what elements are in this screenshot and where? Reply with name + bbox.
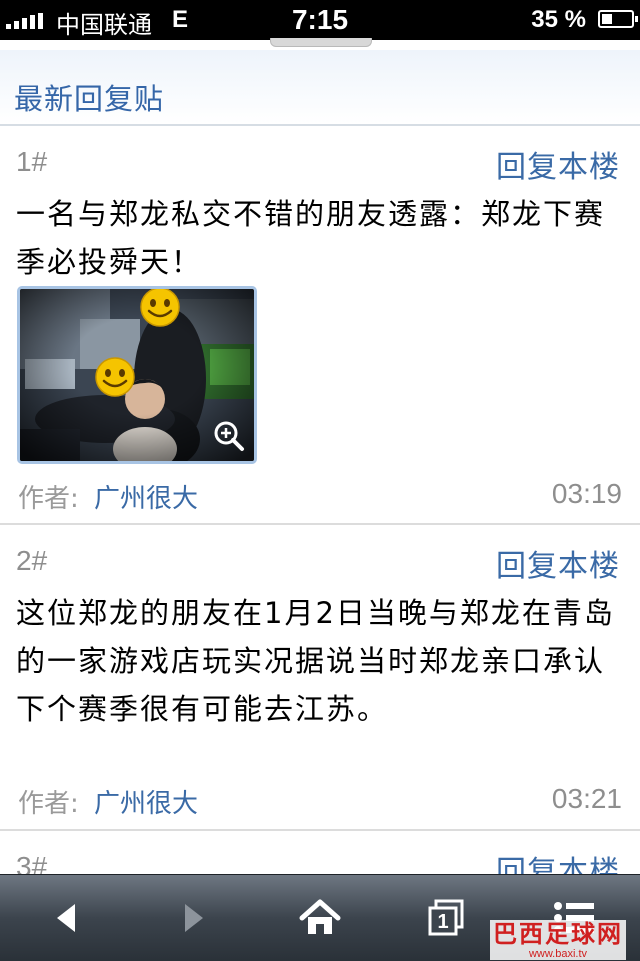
post-2: 2# 回复本楼 这位郑龙的朋友在1月2日当晚与郑龙在青岛的一家游戏店玩实况据说当… bbox=[0, 525, 640, 829]
post-time: 03:19 bbox=[551, 478, 622, 509]
floor-number: 1# bbox=[16, 146, 48, 177]
zoom-in-icon[interactable] bbox=[212, 419, 246, 453]
watermark-name: 巴西足球网 bbox=[490, 920, 626, 948]
back-button[interactable] bbox=[26, 875, 106, 961]
battery-percent: 35 % bbox=[531, 6, 586, 33]
forward-button[interactable] bbox=[154, 875, 234, 961]
smiley-face-icon bbox=[140, 289, 180, 327]
tabs-count: 1 bbox=[437, 911, 448, 933]
home-icon bbox=[299, 899, 341, 934]
reply-floor-button[interactable]: 回复本楼 bbox=[496, 142, 620, 186]
site-watermark: 巴西足球网 www.baxi.tv bbox=[490, 920, 626, 960]
post-text: 一名与郑龙私交不错的朋友透露：郑龙下赛季必投舜天！ bbox=[16, 197, 606, 279]
page-header: 最新回复贴 bbox=[0, 50, 640, 126]
author-label: 作者: bbox=[18, 484, 79, 514]
post-photo[interactable] bbox=[17, 286, 257, 464]
author-link[interactable]: 广州很大 bbox=[94, 783, 198, 820]
post-time: 03:21 bbox=[551, 783, 622, 814]
forward-icon bbox=[185, 904, 203, 932]
battery-icon bbox=[598, 10, 638, 28]
pull-down-tab[interactable] bbox=[270, 38, 372, 47]
post-text: 这位郑龙的朋友在1月2日当晚与郑龙在青岛的一家游戏店玩实况据说当时郑龙亲口承认下… bbox=[16, 596, 615, 726]
post-1: 1# 回复本楼 一名与郑龙私交不错的朋友透露：郑龙下赛季必投舜天！ 作者: 广州… bbox=[0, 126, 640, 524]
author-label: 作者: bbox=[18, 789, 79, 819]
tabs-icon: 1 bbox=[428, 899, 464, 936]
floor-number: 3# bbox=[16, 851, 48, 874]
home-button[interactable] bbox=[280, 875, 360, 961]
reply-floor-button[interactable]: 回复本楼 bbox=[496, 541, 620, 585]
smiley-face-icon bbox=[95, 357, 135, 397]
page-title: 最新回复贴 bbox=[14, 82, 165, 116]
watermark-url: www.baxi.tv bbox=[490, 948, 626, 960]
tabs-button[interactable]: 1 bbox=[406, 875, 486, 961]
reply-floor-button[interactable]: 回复本楼 bbox=[496, 847, 620, 874]
status-bar: 中国联通 E 7:15 35 % bbox=[0, 0, 640, 40]
back-icon bbox=[57, 904, 75, 932]
author-link[interactable]: 广州很大 bbox=[94, 478, 198, 515]
battery-level bbox=[602, 14, 612, 24]
post-3: 3# 回复本楼 bbox=[0, 831, 640, 874]
floor-number: 2# bbox=[16, 545, 48, 576]
